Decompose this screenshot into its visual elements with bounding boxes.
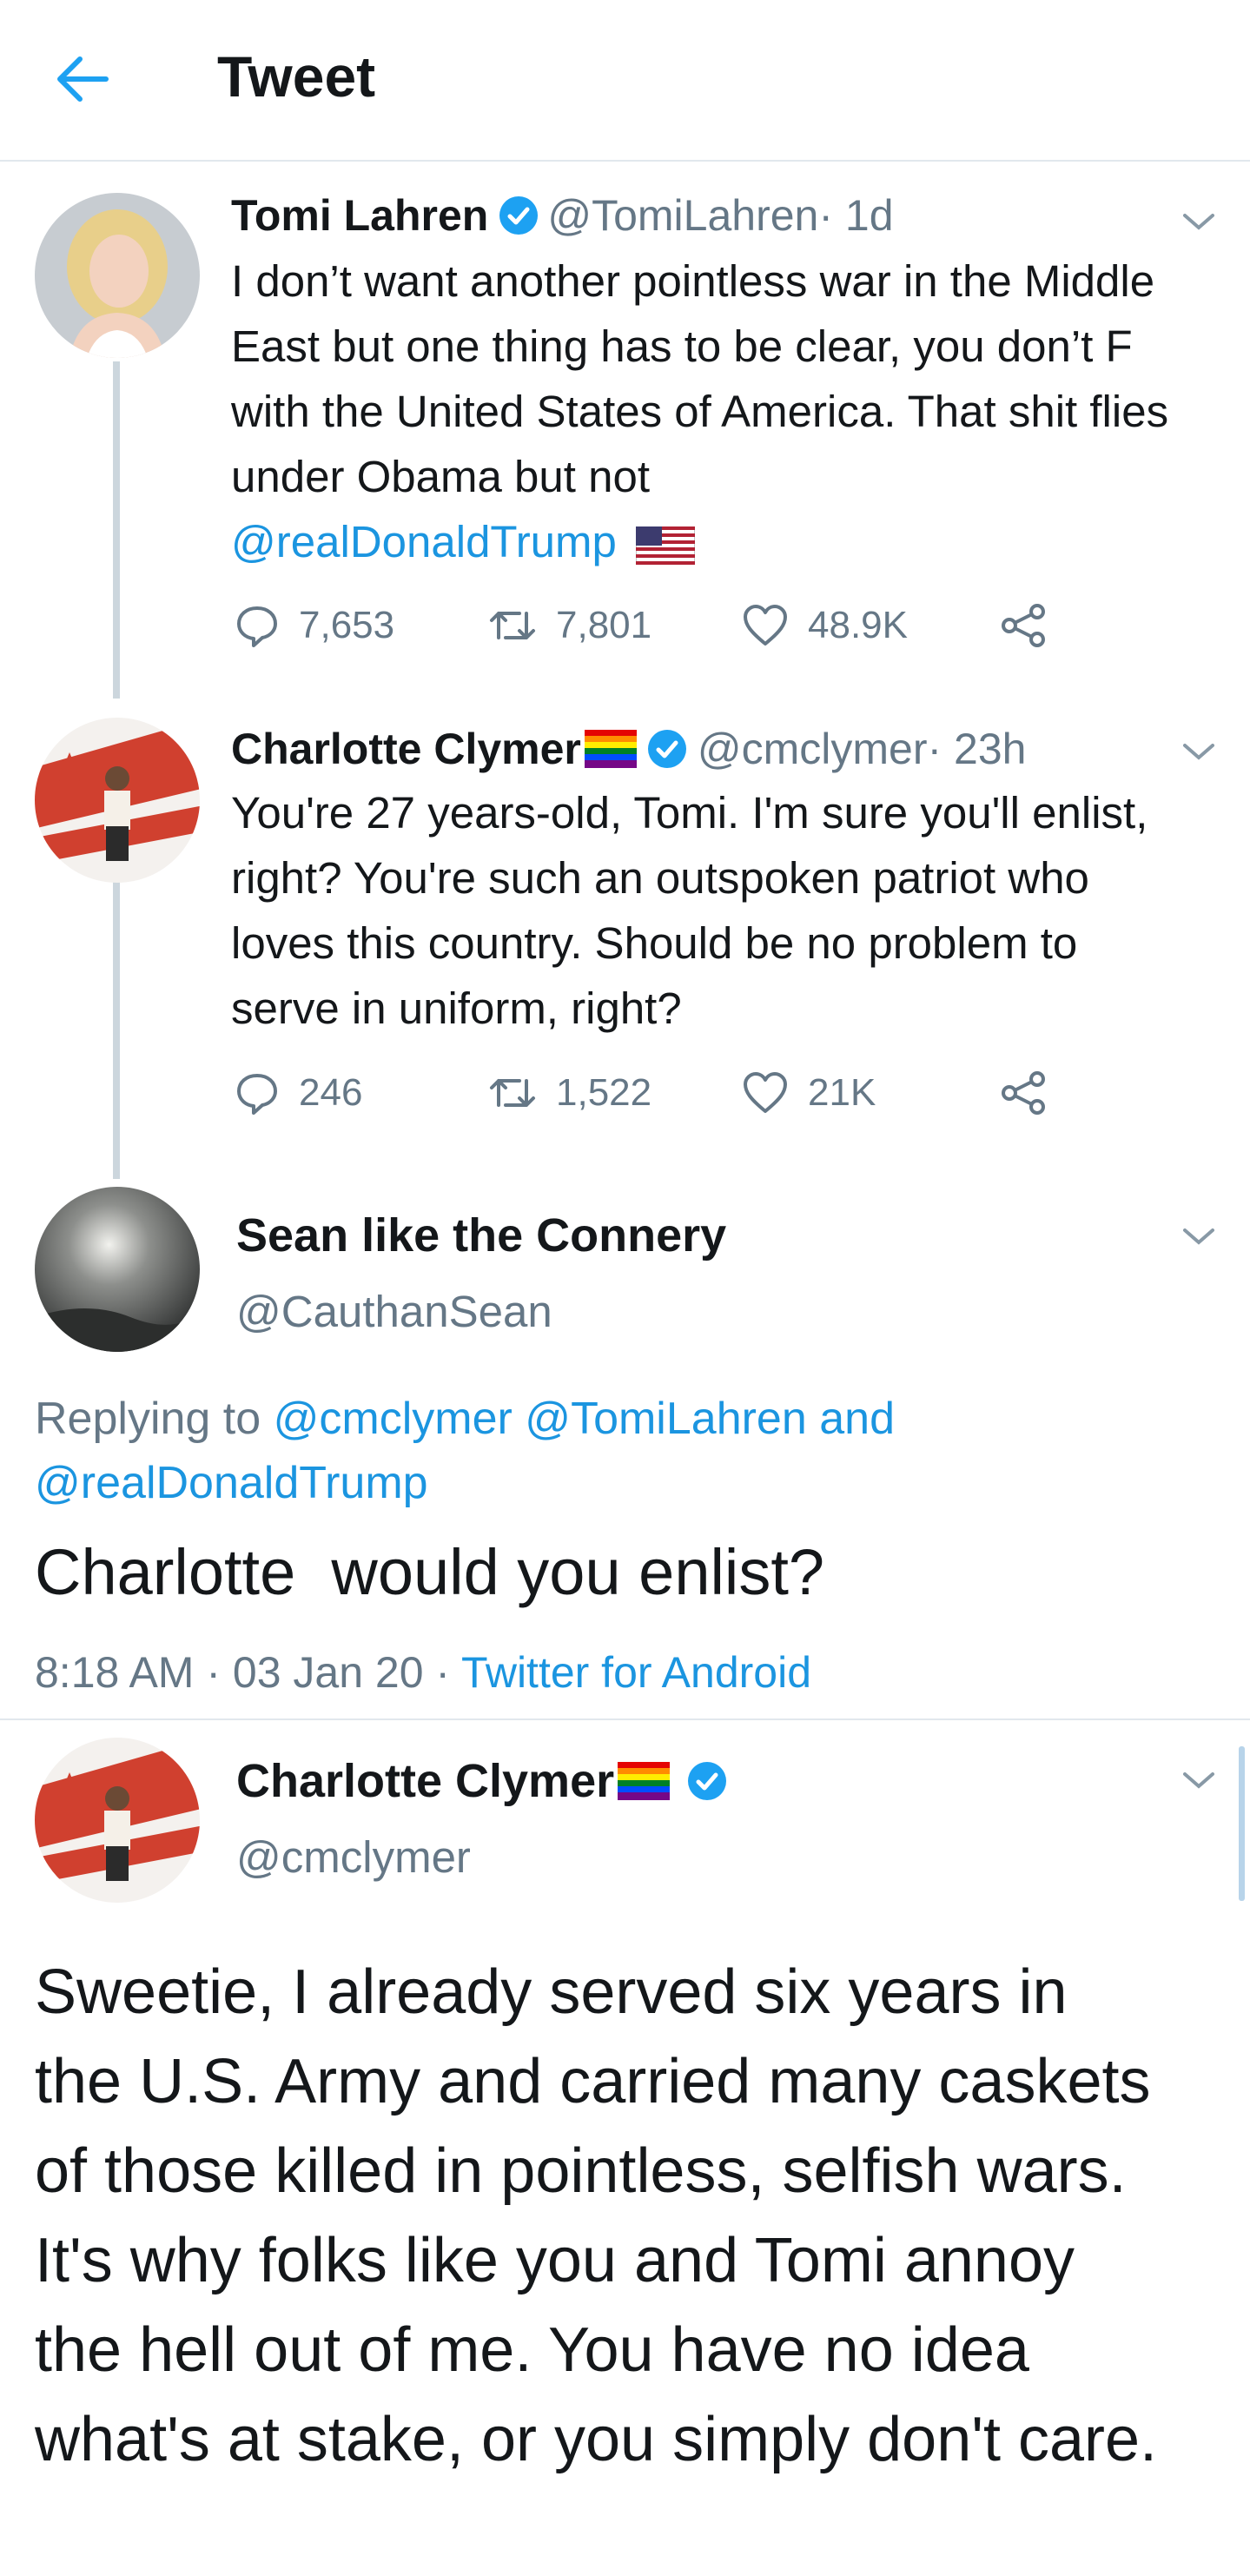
thread-line bbox=[113, 879, 120, 1179]
author-handle[interactable]: @TomiLahren bbox=[547, 189, 818, 242]
like-icon bbox=[744, 605, 787, 646]
back-arrow-icon[interactable] bbox=[52, 49, 113, 109]
avatar-charlotte-clymer[interactable] bbox=[35, 718, 200, 883]
reply-button[interactable]: 246 bbox=[235, 1067, 362, 1119]
mention-link[interactable]: @TomiLahren bbox=[525, 1394, 807, 1444]
author-name[interactable]: Charlotte Clymer bbox=[236, 1755, 614, 1807]
tweet-time: · 23h bbox=[927, 725, 1027, 773]
author-name[interactable]: Tomi Lahren bbox=[231, 189, 488, 242]
retweet-icon bbox=[490, 1079, 535, 1107]
tweet-timestamp: 8:18 AM · 03 Jan 20 · Twitter for Androi… bbox=[35, 1648, 812, 1697]
like-icon bbox=[744, 1072, 787, 1113]
share-button[interactable] bbox=[999, 599, 1067, 652]
share-icon bbox=[1002, 604, 1045, 647]
verified-icon bbox=[688, 1762, 727, 1800]
reply-icon bbox=[237, 606, 277, 647]
share-button[interactable] bbox=[999, 1067, 1067, 1119]
mention-link[interactable]: @realDonaldTrump bbox=[35, 1458, 428, 1508]
tweet-actions: 7,653 7,801 48.9K bbox=[235, 599, 1103, 652]
tweet-actions: 246 1,522 21K bbox=[235, 1067, 1103, 1119]
author-handle[interactable]: @CauthanSean bbox=[236, 1286, 552, 1338]
us-flag-icon bbox=[635, 526, 696, 566]
verified-icon bbox=[499, 196, 539, 235]
divider bbox=[0, 1718, 1250, 1720]
chevron-down-icon[interactable] bbox=[1180, 1223, 1218, 1249]
chevron-down-icon[interactable] bbox=[1180, 738, 1218, 765]
author-handle[interactable]: @cmclymer bbox=[236, 1831, 471, 1884]
focus-author-name-row: Sean like the Connery bbox=[236, 1209, 726, 1262]
tweet-text: You're 27 years-old, Tomi. I'm sure you'… bbox=[231, 788, 1148, 1033]
reply-icon bbox=[237, 1074, 277, 1115]
header-bar: Tweet bbox=[0, 0, 1250, 162]
like-button[interactable]: 48.9K bbox=[742, 599, 908, 652]
reply-button[interactable]: 7,653 bbox=[235, 599, 394, 652]
pride-flag-icon bbox=[618, 1762, 671, 1800]
avatar-sean[interactable] bbox=[35, 1187, 200, 1352]
author-name[interactable]: Charlotte Clymer bbox=[231, 723, 581, 775]
retweet-button[interactable]: 7,801 bbox=[488, 599, 651, 652]
chevron-down-icon[interactable] bbox=[1180, 209, 1218, 235]
tweet-author-row: Charlotte Clymer @cmclymer · 23h bbox=[231, 723, 1026, 775]
thread-line bbox=[113, 361, 120, 699]
tweet-time: · 1d bbox=[818, 191, 894, 240]
retweet-button[interactable]: 1,522 bbox=[488, 1067, 651, 1119]
focus-tweet-text: Charlotte would you enlist? bbox=[35, 1536, 825, 1608]
verified-icon bbox=[647, 730, 686, 768]
reply-tweet-text: Sweetie, I already served six years in t… bbox=[35, 1957, 1158, 2474]
pride-flag-icon bbox=[584, 730, 637, 768]
avatar-tomi-lahren[interactable] bbox=[35, 193, 200, 358]
scrollbar[interactable] bbox=[1239, 1746, 1245, 1901]
mention-link[interactable]: @realDonaldTrump bbox=[231, 517, 617, 566]
tweet-author-row: Tomi Lahren @TomiLahren · 1d bbox=[231, 189, 894, 242]
author-handle[interactable]: @cmclymer bbox=[698, 723, 928, 775]
tweet-text: I don’t want another pointless war in th… bbox=[231, 256, 1169, 566]
like-button[interactable]: 21K bbox=[742, 1067, 876, 1119]
chevron-down-icon[interactable] bbox=[1180, 1767, 1218, 1793]
mention-link[interactable]: @cmclymer bbox=[274, 1394, 513, 1444]
avatar-charlotte-clymer[interactable] bbox=[35, 1738, 200, 1903]
share-icon bbox=[1002, 1071, 1045, 1115]
page-title: Tweet bbox=[217, 44, 376, 109]
author-name[interactable]: Sean like the Connery bbox=[236, 1209, 726, 1262]
reply-author-name-row: Charlotte Clymer bbox=[236, 1755, 727, 1807]
retweet-icon bbox=[490, 612, 535, 639]
replying-to: Replying to @cmclymer @TomiLahren and @r… bbox=[35, 1394, 895, 1508]
source-link[interactable]: Twitter for Android bbox=[461, 1648, 811, 1697]
